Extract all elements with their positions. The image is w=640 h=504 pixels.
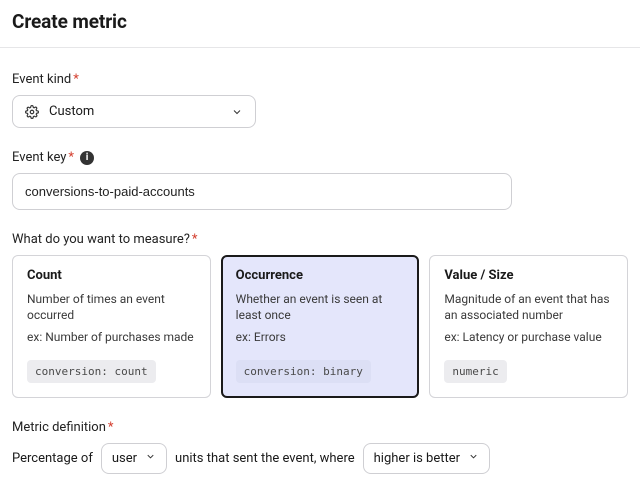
card-example: ex: Number of purchases made <box>27 329 196 345</box>
card-desc: Magnitude of an event that has an associ… <box>444 291 613 323</box>
page-title: Create metric <box>12 10 628 33</box>
chevron-down-icon <box>145 451 156 466</box>
event-key-input[interactable] <box>12 173 512 210</box>
info-icon[interactable]: i <box>80 151 94 165</box>
direction-value: higher is better <box>374 451 460 466</box>
measure-options: Count Number of times an event occurred … <box>12 255 628 398</box>
event-kind-select[interactable]: Custom <box>12 95 256 128</box>
required-asterisk: * <box>68 150 74 165</box>
card-desc: Whether an event is seen at least once <box>236 291 405 323</box>
measure-option-occurrence[interactable]: Occurrence Whether an event is seen at l… <box>221 255 420 398</box>
definition-middle: units that sent the event, where <box>175 451 355 466</box>
card-tag: conversion: count <box>27 360 156 383</box>
chevron-down-icon <box>231 106 243 118</box>
measure-field: What do you want to measure?* Count Numb… <box>12 232 628 398</box>
event-kind-label: Event kind* <box>12 72 628 87</box>
card-example: ex: Errors <box>236 329 405 345</box>
unit-select[interactable]: user <box>101 443 167 474</box>
event-kind-field: Event kind* Custom <box>12 72 628 128</box>
measure-label-text: What do you want to measure? <box>12 232 190 247</box>
metric-definition-row: Percentage of user units that sent the e… <box>12 443 628 474</box>
event-kind-label-text: Event kind <box>12 72 71 87</box>
measure-label: What do you want to measure?* <box>12 232 628 247</box>
card-tag: conversion: binary <box>236 360 371 383</box>
card-title: Value / Size <box>444 268 613 283</box>
direction-select[interactable]: higher is better <box>363 443 490 474</box>
metric-definition-label-text: Metric definition <box>12 420 106 435</box>
metric-definition-field: Metric definition* Percentage of user un… <box>12 420 628 474</box>
event-key-field: Event key* i <box>12 150 628 210</box>
required-asterisk: * <box>73 72 79 87</box>
card-tag: numeric <box>444 360 506 383</box>
event-key-label-text: Event key <box>12 150 66 165</box>
card-example: ex: Latency or purchase value <box>444 329 613 345</box>
required-asterisk: * <box>192 232 198 247</box>
chevron-down-icon <box>468 451 479 466</box>
metric-definition-label: Metric definition* <box>12 420 628 435</box>
card-title: Occurrence <box>236 268 405 283</box>
unit-value: user <box>112 451 137 466</box>
card-desc: Number of times an event occurred <box>27 291 196 323</box>
card-title: Count <box>27 268 196 283</box>
measure-option-count[interactable]: Count Number of times an event occurred … <box>12 255 211 398</box>
required-asterisk: * <box>108 420 114 435</box>
definition-prefix: Percentage of <box>12 451 93 466</box>
gear-icon <box>25 105 39 119</box>
event-kind-value: Custom <box>49 104 94 119</box>
measure-option-value-size[interactable]: Value / Size Magnitude of an event that … <box>429 255 628 398</box>
event-key-label: Event key* i <box>12 150 628 165</box>
divider <box>0 47 640 48</box>
